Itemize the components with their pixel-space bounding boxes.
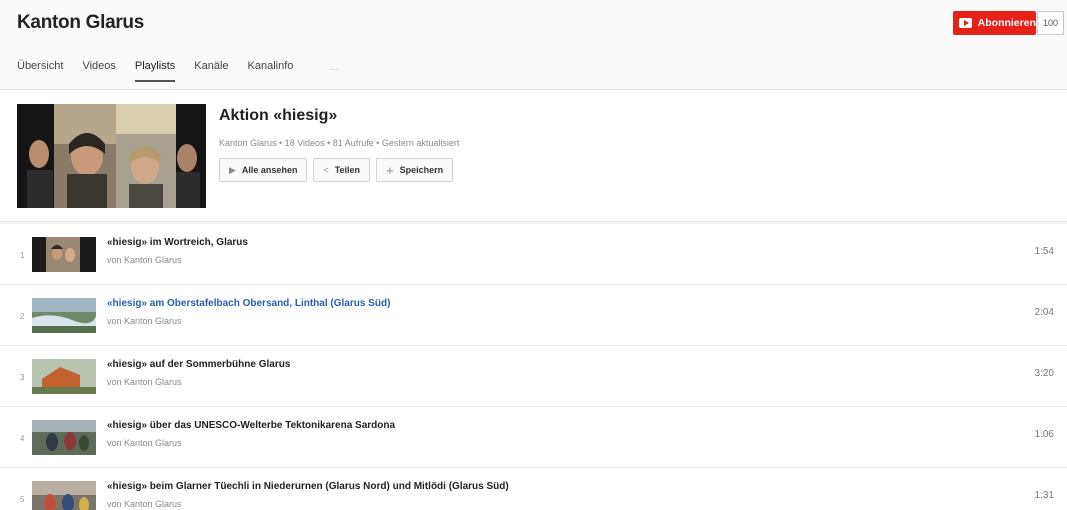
tab-kanalinfo[interactable]: Kanalinfo	[248, 60, 294, 82]
playlist-thumbnail-image	[17, 104, 206, 208]
subscribe-button[interactable]: Abonnieren	[953, 11, 1036, 35]
video-channel[interactable]: von Kanton Glarus	[107, 316, 182, 326]
video-list: 1 «hiesig» im Wortreich, Glarus von Kant…	[0, 224, 1067, 510]
save-label: Speichern	[399, 165, 444, 175]
playlist-header: Aktion «hiesig» Kanton Glarus • 18 Video…	[0, 90, 1067, 222]
play-icon: ▶	[229, 164, 236, 175]
video-thumbnail-image	[32, 420, 96, 455]
playlist-meta: Kanton Glarus • 18 Videos • 81 Aufrufe •…	[219, 138, 460, 148]
channel-title[interactable]: Kanton Glarus	[17, 12, 144, 34]
video-thumbnail-image	[32, 359, 96, 394]
video-thumbnail[interactable]	[32, 481, 96, 510]
video-channel[interactable]: von Kanton Glarus	[107, 499, 182, 509]
video-index: 2	[20, 312, 25, 321]
video-thumbnail[interactable]	[32, 359, 96, 394]
video-row[interactable]: 3 «hiesig» auf der Sommerbühne Glarus vo…	[0, 346, 1067, 407]
search-tab[interactable]: ...	[330, 62, 338, 73]
video-title[interactable]: «hiesig» beim Glarner Tüechli in Niederu…	[107, 481, 509, 492]
tab-kanaele[interactable]: Kanäle	[194, 60, 228, 82]
tab-uebersicht[interactable]: Übersicht	[17, 60, 63, 82]
playlist-actions: ▶ Alle ansehen < Teilen + Speichern	[219, 158, 454, 182]
video-thumbnail[interactable]	[32, 237, 96, 272]
share-icon: <	[323, 165, 329, 175]
share-button[interactable]: < Teilen	[313, 158, 371, 182]
play-all-button[interactable]: ▶ Alle ansehen	[219, 158, 308, 182]
video-duration: 3:20	[1034, 368, 1054, 379]
video-index: 1	[20, 251, 25, 260]
video-thumbnail-image	[32, 481, 96, 510]
video-channel[interactable]: von Kanton Glarus	[107, 438, 182, 448]
video-thumbnail[interactable]	[32, 420, 96, 455]
share-label: Teilen	[334, 165, 361, 175]
video-title[interactable]: «hiesig» über das UNESCO-Welterbe Tekton…	[107, 420, 395, 431]
video-index: 3	[20, 373, 25, 382]
video-duration: 1:31	[1034, 490, 1054, 501]
video-duration: 1:54	[1034, 246, 1054, 257]
save-button[interactable]: + Speichern	[376, 158, 454, 182]
video-row[interactable]: 5 «hiesig» beim Glarner Tüechli in Niede…	[0, 468, 1067, 510]
video-index: 5	[20, 495, 25, 504]
video-row[interactable]: 1 «hiesig» im Wortreich, Glarus von Kant…	[0, 224, 1067, 285]
youtube-icon	[959, 18, 972, 28]
plus-icon: +	[386, 162, 394, 178]
video-duration: 1:06	[1034, 429, 1054, 440]
playlist-thumbnail[interactable]	[17, 104, 206, 208]
video-channel[interactable]: von Kanton Glarus	[107, 377, 182, 387]
subscribe-label: Abonnieren	[977, 17, 1036, 29]
tab-playlists[interactable]: Playlists	[134, 60, 176, 82]
video-channel[interactable]: von Kanton Glarus	[107, 255, 182, 265]
playlist-title[interactable]: Aktion «hiesig»	[219, 107, 337, 125]
video-thumbnail-image	[32, 298, 96, 333]
video-row[interactable]: 2 «hiesig» am Oberstafelbach Obersand, L…	[0, 285, 1067, 346]
video-title[interactable]: «hiesig» im Wortreich, Glarus	[107, 237, 248, 248]
video-title[interactable]: «hiesig» auf der Sommerbühne Glarus	[107, 359, 290, 370]
channel-header: Kanton Glarus Abonnieren 100 Übersicht V…	[0, 0, 1067, 90]
channel-tabs: Übersicht Videos Playlists Kanäle Kanali…	[17, 60, 312, 82]
play-all-label: Alle ansehen	[241, 165, 298, 175]
subscriber-count: 100	[1037, 11, 1064, 35]
video-title[interactable]: «hiesig» am Oberstafelbach Obersand, Lin…	[107, 298, 390, 309]
video-index: 4	[20, 434, 25, 443]
video-thumbnail[interactable]	[32, 298, 96, 333]
video-thumbnail-image	[32, 237, 96, 272]
tab-videos[interactable]: Videos	[82, 60, 115, 82]
video-row[interactable]: 4 «hiesig» über das UNESCO-Welterbe Tekt…	[0, 407, 1067, 468]
video-duration: 2:04	[1034, 307, 1054, 318]
